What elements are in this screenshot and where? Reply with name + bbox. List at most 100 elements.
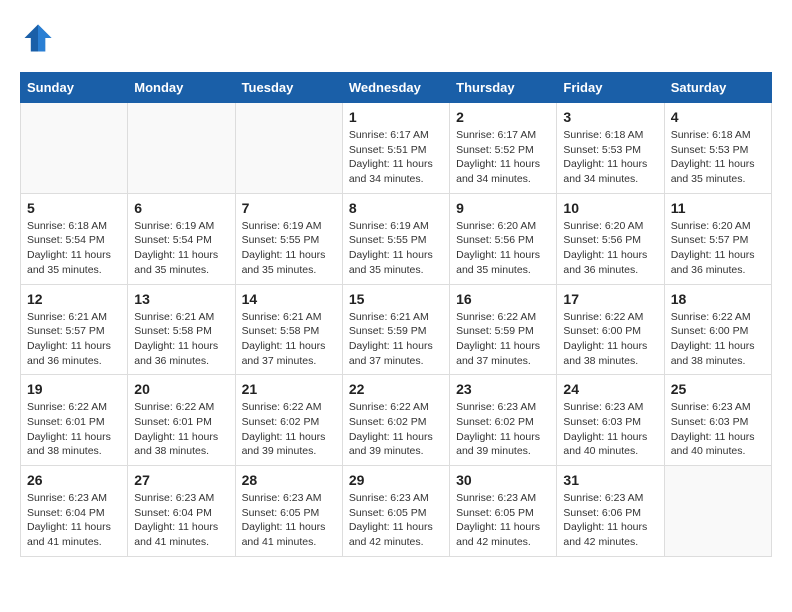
day-info: Sunrise: 6:22 AM Sunset: 6:00 PM Dayligh… bbox=[563, 310, 657, 369]
day-info: Sunrise: 6:23 AM Sunset: 6:03 PM Dayligh… bbox=[671, 400, 765, 459]
day-info: Sunrise: 6:21 AM Sunset: 5:58 PM Dayligh… bbox=[242, 310, 336, 369]
weekday-header-thursday: Thursday bbox=[450, 73, 557, 103]
day-number: 18 bbox=[671, 291, 765, 307]
calendar-cell: 8Sunrise: 6:19 AM Sunset: 5:55 PM Daylig… bbox=[342, 193, 449, 284]
day-number: 10 bbox=[563, 200, 657, 216]
weekday-header-row: SundayMondayTuesdayWednesdayThursdayFrid… bbox=[21, 73, 772, 103]
calendar-cell: 22 Sunrise: 6:22 AM Sunset: 6:02 PM Dayli… bbox=[342, 375, 449, 466]
day-info: Sunrise: 6:23 AM Sunset: 6:05 PM Dayligh… bbox=[242, 491, 336, 550]
day-number: 26 bbox=[27, 472, 121, 488]
calendar-cell: 19 Sunrise: 6:22 AM Sunset: 6:01 PM Dayli… bbox=[21, 375, 128, 466]
day-number: 12 bbox=[27, 291, 121, 307]
day-info: Sunrise: 6:22 AM Sunset: 6:02 PM Dayligh… bbox=[349, 400, 443, 459]
day-info: Sunrise: 6:17 AM Sunset: 5:51 PM Dayligh… bbox=[349, 128, 443, 187]
day-number: 7 bbox=[242, 200, 336, 216]
weekday-header-saturday: Saturday bbox=[664, 73, 771, 103]
calendar-cell: 18Sunrise: 6:22 AM Sunset: 6:00 PM Dayli… bbox=[664, 284, 771, 375]
day-number: 6 bbox=[134, 200, 228, 216]
calendar-cell: 24 Sunrise: 6:23 AM Sunset: 6:03 PM Dayli… bbox=[557, 375, 664, 466]
day-info: Sunrise: 6:23 AM Sunset: 6:03 PM Dayligh… bbox=[563, 400, 657, 459]
calendar-cell: 27 Sunrise: 6:23 AM Sunset: 6:04 PM Dayli… bbox=[128, 466, 235, 557]
day-number: 30 bbox=[456, 472, 550, 488]
weekday-header-monday: Monday bbox=[128, 73, 235, 103]
day-info: Sunrise: 6:22 AM Sunset: 6:01 PM Dayligh… bbox=[27, 400, 121, 459]
calendar-cell: 9 Sunrise: 6:20 AM Sunset: 5:56 PM Daylig… bbox=[450, 193, 557, 284]
day-number: 4 bbox=[671, 109, 765, 125]
day-number: 27 bbox=[134, 472, 228, 488]
day-info: Sunrise: 6:17 AM Sunset: 5:52 PM Dayligh… bbox=[456, 128, 550, 187]
day-number: 28 bbox=[242, 472, 336, 488]
calendar-week-row: 26 Sunrise: 6:23 AM Sunset: 6:04 PM Dayli… bbox=[21, 466, 772, 557]
day-info: Sunrise: 6:20 AM Sunset: 5:57 PM Dayligh… bbox=[671, 219, 765, 278]
day-number: 17 bbox=[563, 291, 657, 307]
calendar-cell: 29 Sunrise: 6:23 AM Sunset: 6:05 PM Dayli… bbox=[342, 466, 449, 557]
calendar-week-row: 1 Sunrise: 6:17 AM Sunset: 5:51 PM Daylig… bbox=[21, 103, 772, 194]
day-info: Sunrise: 6:18 AM Sunset: 5:53 PM Dayligh… bbox=[563, 128, 657, 187]
page-header bbox=[20, 20, 772, 56]
day-info: Sunrise: 6:20 AM Sunset: 5:56 PM Dayligh… bbox=[456, 219, 550, 278]
calendar-cell: 30 Sunrise: 6:23 AM Sunset: 6:05 PM Dayli… bbox=[450, 466, 557, 557]
day-number: 31 bbox=[563, 472, 657, 488]
day-number: 16 bbox=[456, 291, 550, 307]
calendar-cell: 12 Sunrise: 6:21 AM Sunset: 5:57 PM Dayli… bbox=[21, 284, 128, 375]
day-info: Sunrise: 6:23 AM Sunset: 6:04 PM Dayligh… bbox=[27, 491, 121, 550]
calendar-body: 1 Sunrise: 6:17 AM Sunset: 5:51 PM Daylig… bbox=[21, 103, 772, 557]
day-info: Sunrise: 6:18 AM Sunset: 5:53 PM Dayligh… bbox=[671, 128, 765, 187]
calendar-cell: 3Sunrise: 6:18 AM Sunset: 5:53 PM Daylig… bbox=[557, 103, 664, 194]
day-info: Sunrise: 6:22 AM Sunset: 5:59 PM Dayligh… bbox=[456, 310, 550, 369]
calendar-cell: 28 Sunrise: 6:23 AM Sunset: 6:05 PM Dayli… bbox=[235, 466, 342, 557]
calendar-cell: 2Sunrise: 6:17 AM Sunset: 5:52 PM Daylig… bbox=[450, 103, 557, 194]
calendar-cell bbox=[128, 103, 235, 194]
calendar-header: SundayMondayTuesdayWednesdayThursdayFrid… bbox=[21, 73, 772, 103]
day-number: 29 bbox=[349, 472, 443, 488]
day-number: 21 bbox=[242, 381, 336, 397]
day-info: Sunrise: 6:19 AM Sunset: 5:55 PM Dayligh… bbox=[349, 219, 443, 278]
day-info: Sunrise: 6:21 AM Sunset: 5:57 PM Dayligh… bbox=[27, 310, 121, 369]
calendar-cell: 23 Sunrise: 6:23 AM Sunset: 6:02 PM Dayli… bbox=[450, 375, 557, 466]
calendar-cell: 5Sunrise: 6:18 AM Sunset: 5:54 PM Daylig… bbox=[21, 193, 128, 284]
calendar-cell: 7 Sunrise: 6:19 AM Sunset: 5:55 PM Daylig… bbox=[235, 193, 342, 284]
day-number: 14 bbox=[242, 291, 336, 307]
calendar-cell: 17 Sunrise: 6:22 AM Sunset: 6:00 PM Dayli… bbox=[557, 284, 664, 375]
day-number: 20 bbox=[134, 381, 228, 397]
calendar-cell: 31 Sunrise: 6:23 AM Sunset: 6:06 PM Dayli… bbox=[557, 466, 664, 557]
day-info: Sunrise: 6:22 AM Sunset: 6:02 PM Dayligh… bbox=[242, 400, 336, 459]
day-info: Sunrise: 6:23 AM Sunset: 6:05 PM Dayligh… bbox=[349, 491, 443, 550]
calendar-cell bbox=[664, 466, 771, 557]
calendar-cell: 14 Sunrise: 6:21 AM Sunset: 5:58 PM Dayli… bbox=[235, 284, 342, 375]
calendar-cell: 10 Sunrise: 6:20 AM Sunset: 5:56 PM Dayli… bbox=[557, 193, 664, 284]
day-number: 23 bbox=[456, 381, 550, 397]
calendar-cell: 16 Sunrise: 6:22 AM Sunset: 5:59 PM Dayli… bbox=[450, 284, 557, 375]
day-info: Sunrise: 6:21 AM Sunset: 5:58 PM Dayligh… bbox=[134, 310, 228, 369]
calendar-cell: 15 Sunrise: 6:21 AM Sunset: 5:59 PM Dayli… bbox=[342, 284, 449, 375]
calendar-cell: 21 Sunrise: 6:22 AM Sunset: 6:02 PM Dayli… bbox=[235, 375, 342, 466]
calendar-cell: 11 Sunrise: 6:20 AM Sunset: 5:57 PM Dayli… bbox=[664, 193, 771, 284]
day-info: Sunrise: 6:21 AM Sunset: 5:59 PM Dayligh… bbox=[349, 310, 443, 369]
day-number: 22 bbox=[349, 381, 443, 397]
day-info: Sunrise: 6:20 AM Sunset: 5:56 PM Dayligh… bbox=[563, 219, 657, 278]
logo bbox=[20, 20, 60, 56]
day-info: Sunrise: 6:23 AM Sunset: 6:04 PM Dayligh… bbox=[134, 491, 228, 550]
day-number: 5 bbox=[27, 200, 121, 216]
day-info: Sunrise: 6:22 AM Sunset: 6:01 PM Dayligh… bbox=[134, 400, 228, 459]
calendar-cell: 1 Sunrise: 6:17 AM Sunset: 5:51 PM Daylig… bbox=[342, 103, 449, 194]
calendar-cell: 20 Sunrise: 6:22 AM Sunset: 6:01 PM Dayli… bbox=[128, 375, 235, 466]
day-info: Sunrise: 6:23 AM Sunset: 6:02 PM Dayligh… bbox=[456, 400, 550, 459]
calendar-week-row: 5Sunrise: 6:18 AM Sunset: 5:54 PM Daylig… bbox=[21, 193, 772, 284]
calendar-table: SundayMondayTuesdayWednesdayThursdayFrid… bbox=[20, 72, 772, 557]
day-number: 11 bbox=[671, 200, 765, 216]
day-number: 1 bbox=[349, 109, 443, 125]
day-info: Sunrise: 6:23 AM Sunset: 6:05 PM Dayligh… bbox=[456, 491, 550, 550]
day-info: Sunrise: 6:23 AM Sunset: 6:06 PM Dayligh… bbox=[563, 491, 657, 550]
day-info: Sunrise: 6:19 AM Sunset: 5:55 PM Dayligh… bbox=[242, 219, 336, 278]
calendar-cell bbox=[235, 103, 342, 194]
logo-icon bbox=[20, 20, 56, 56]
day-number: 9 bbox=[456, 200, 550, 216]
day-number: 19 bbox=[27, 381, 121, 397]
day-number: 24 bbox=[563, 381, 657, 397]
weekday-header-friday: Friday bbox=[557, 73, 664, 103]
calendar-cell: 25Sunrise: 6:23 AM Sunset: 6:03 PM Dayli… bbox=[664, 375, 771, 466]
day-number: 15 bbox=[349, 291, 443, 307]
calendar-week-row: 12 Sunrise: 6:21 AM Sunset: 5:57 PM Dayli… bbox=[21, 284, 772, 375]
weekday-header-wednesday: Wednesday bbox=[342, 73, 449, 103]
